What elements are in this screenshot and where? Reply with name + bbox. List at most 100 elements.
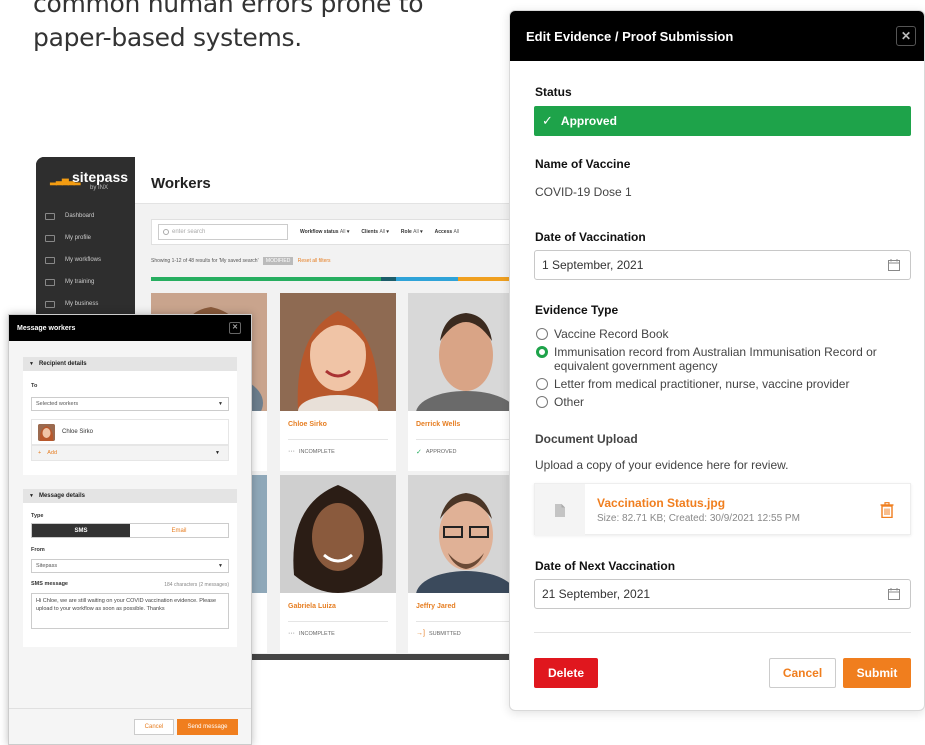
radio-vaccine-record-book[interactable]: Vaccine Record Book	[536, 327, 886, 341]
sidebar-item-label: My profile	[65, 235, 92, 241]
vaccination-date-input[interactable]: 1 September, 2021	[534, 250, 911, 280]
search-icon	[163, 229, 169, 235]
filter-role[interactable]: Role All ▾	[401, 229, 423, 235]
radio-immunisation-record[interactable]: Immunisation record from Australian Immu…	[536, 345, 886, 373]
workflow-progress-bar	[151, 277, 516, 281]
search-input[interactable]: enter search	[158, 224, 288, 240]
vaccine-value: COVID-19 Dose 1	[535, 185, 632, 199]
worker-card[interactable]: Jeffry Jared →] SUBMITTED	[408, 475, 516, 653]
worker-name: Derrick Wells	[416, 421, 461, 428]
evidence-type-label: Evidence Type	[535, 303, 619, 317]
worker-status: ··· INCOMPLETE	[288, 621, 388, 637]
radio-button[interactable]	[536, 378, 548, 390]
home-icon	[45, 212, 55, 220]
filter-workflow-status[interactable]: Workflow status All ▾	[300, 229, 349, 235]
section-header[interactable]: ▼ Message details	[23, 489, 237, 503]
filter-clients[interactable]: Clients All ▾	[361, 229, 389, 235]
worker-photo-image	[280, 475, 396, 593]
calendar-icon[interactable]	[888, 588, 900, 600]
file-meta: Size: 82.71 KB; Created: 30/9/2021 12:55…	[597, 513, 800, 524]
sidebar-item-workflows[interactable]: My workflows	[36, 249, 135, 271]
worker-photo-image	[408, 475, 516, 593]
from-label: From	[31, 547, 45, 553]
recipient-section: ▼ Recipient details To Selected workers ▼ …	[23, 357, 237, 475]
avatar-image	[38, 423, 55, 441]
worker-name: Jeffry Jared	[416, 603, 456, 610]
hero-line-2: paper-based systems.	[33, 23, 302, 52]
cancel-button[interactable]: Cancel	[134, 719, 174, 735]
filter-bar: enter search Workflow status All ▾ Clien…	[151, 219, 516, 245]
sidebar-item-training[interactable]: My training	[36, 271, 135, 293]
trash-icon[interactable]	[880, 502, 894, 518]
sidebar-item-business[interactable]: My business	[36, 293, 135, 315]
uploaded-file: Vaccination Status.jpg Size: 82.71 KB; C…	[534, 483, 911, 536]
modal-footer: Cancel Send message	[9, 708, 251, 744]
selected-worker: Chloe Sirko	[31, 419, 229, 445]
recipient-select[interactable]: Selected workers ▼	[31, 397, 229, 411]
modal-title: Message workers	[17, 324, 76, 332]
document-upload-label: Document Upload	[535, 432, 638, 446]
type-email-button[interactable]: Email	[130, 524, 228, 537]
radio-button[interactable]	[536, 396, 548, 408]
workflow-icon	[45, 256, 55, 264]
char-count: 184 characters (2 messages)	[164, 582, 229, 588]
worker-photo	[280, 475, 396, 593]
worker-status: ··· INCOMPLETE	[288, 439, 388, 455]
worker-card[interactable]: Derrick Wells ✓ APPROVED	[408, 293, 516, 471]
avatar	[38, 423, 55, 441]
type-sms-button[interactable]: SMS	[32, 524, 130, 537]
calendar-icon[interactable]	[888, 259, 900, 271]
message-workers-modal: Message workers ✕ ▼ Recipient details To …	[8, 314, 252, 745]
cancel-button[interactable]: Cancel	[769, 658, 836, 688]
worker-name: Chloe Sirko	[62, 429, 94, 435]
modified-badge: MODIFIED	[262, 257, 294, 265]
progress-pending	[395, 277, 458, 281]
type-toggle: SMS Email	[31, 523, 229, 538]
worker-card[interactable]: Chloe Sirko ··· INCOMPLETE	[280, 293, 396, 471]
document-icon	[555, 503, 565, 517]
vaccine-label: Name of Vaccine	[535, 157, 631, 171]
sidebar-item-label: My training	[65, 279, 95, 285]
radio-letter-practitioner[interactable]: Letter from medical practitioner, nurse,…	[536, 377, 886, 391]
add-worker-button[interactable]: + Add ▼	[31, 445, 229, 461]
hero-line-1: common human errors prone to	[33, 0, 424, 18]
search-placeholder: enter search	[172, 229, 206, 235]
next-vaccination-date-input[interactable]: 21 September, 2021	[534, 579, 911, 609]
next-vaccination-label: Date of Next Vaccination	[535, 559, 676, 573]
hero-text: common human errors prone to paper-based…	[33, 0, 433, 55]
send-message-button[interactable]: Send message	[177, 719, 238, 735]
close-icon[interactable]: ✕	[229, 322, 241, 334]
filter-access[interactable]: Access All	[435, 229, 459, 235]
radio-button[interactable]	[536, 328, 548, 340]
sidebar-item-dashboard[interactable]: Dashboard	[36, 205, 135, 227]
section-header[interactable]: ▼ Recipient details	[23, 357, 237, 371]
sidebar-nav: Dashboard My profile My workflows My tra…	[36, 205, 135, 315]
sidebar-item-label: My business	[65, 301, 99, 307]
sidebar-item-profile[interactable]: My profile	[36, 227, 135, 249]
sms-message-textarea[interactable]: Hi Chloe, we are still waiting on your C…	[31, 593, 229, 629]
dots-icon: ···	[288, 630, 295, 637]
progress-incomplete	[457, 277, 516, 281]
reset-filters-link[interactable]: Reset all filters	[298, 258, 331, 264]
close-icon[interactable]: ✕	[896, 26, 916, 46]
date-label: Date of Vaccination	[535, 230, 646, 244]
progress-submitted	[380, 277, 396, 281]
to-label: To	[31, 383, 38, 389]
worker-status: ✓ APPROVED	[416, 439, 516, 456]
sidebar-item-label: Dashboard	[65, 213, 95, 219]
delete-button[interactable]: Delete	[534, 658, 598, 688]
file-name-link[interactable]: Vaccination Status.jpg	[597, 496, 725, 510]
status-label: Status	[535, 85, 572, 99]
file-icon	[535, 484, 585, 536]
radio-other[interactable]: Other	[536, 395, 886, 409]
from-select[interactable]: Sitepass ▼	[31, 559, 229, 573]
worker-status: →] SUBMITTED	[416, 621, 516, 637]
worker-photo-image	[408, 293, 516, 411]
check-icon: ✓	[416, 449, 422, 456]
radio-button-selected[interactable]	[536, 346, 548, 358]
worker-name: Chloe Sirko	[288, 421, 327, 428]
worker-card[interactable]: Gabriela Luiza ··· INCOMPLETE	[280, 475, 396, 653]
caret-down-icon: ▼	[29, 493, 34, 499]
submit-button[interactable]: Submit	[843, 658, 911, 688]
worker-photo	[408, 475, 516, 593]
